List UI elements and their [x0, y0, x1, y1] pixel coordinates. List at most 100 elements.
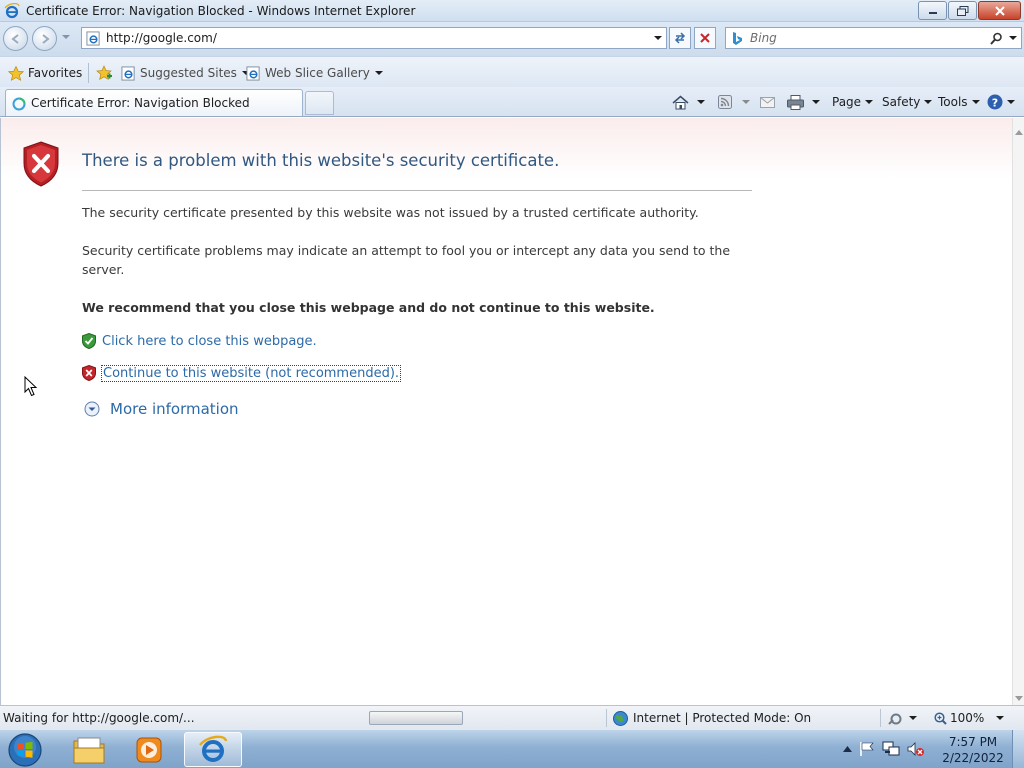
home-icon — [672, 95, 689, 109]
rss-feed-icon — [718, 95, 732, 109]
security-zone[interactable]: Internet | Protected Mode: On — [613, 710, 811, 726]
vertical-scrollbar[interactable] — [1012, 118, 1024, 705]
status-text: Waiting for http://google.com/... — [3, 711, 195, 725]
status-tools-button[interactable] — [887, 710, 917, 726]
arrow-right-icon — [41, 33, 50, 44]
add-to-favorites-bar-button[interactable] — [96, 64, 113, 82]
page-title: There is a problem with this website's s… — [82, 151, 560, 170]
folder-libraries-icon — [73, 737, 105, 763]
refresh-button[interactable] — [669, 27, 691, 49]
chevron-down-icon — [996, 715, 1005, 720]
arrow-left-icon — [10, 33, 19, 44]
address-bar[interactable]: http://google.com/ — [81, 27, 667, 49]
page-ie-icon — [86, 31, 100, 46]
chevron-down-icon — [909, 715, 917, 720]
help-icon: ? — [987, 94, 1003, 110]
status-separator — [880, 709, 881, 727]
red-shield-x-icon — [82, 365, 96, 381]
minimize-button[interactable] — [918, 1, 947, 20]
page-load-progress — [369, 711, 463, 725]
taskbar-clock[interactable]: 7:57 PM 2/22/2022 — [940, 734, 1006, 766]
search-box[interactable] — [725, 27, 1022, 49]
network-icon[interactable] — [882, 741, 900, 757]
status-bar: Waiting for http://google.com/... Intern… — [0, 705, 1024, 729]
suggested-sites-label: Suggested Sites — [140, 66, 237, 80]
navigation-bar: http://google.com/ — [0, 22, 1024, 56]
print-button[interactable] — [787, 92, 820, 112]
title-divider — [82, 190, 752, 191]
web-slice-gallery-button[interactable]: Web Slice Gallery — [246, 64, 383, 82]
expand-chevron-icon[interactable] — [84, 401, 100, 417]
globe-icon — [613, 710, 628, 726]
restore-icon — [956, 5, 968, 16]
page-menu[interactable]: Page — [832, 92, 874, 112]
search-icon[interactable] — [990, 32, 1003, 45]
action-center-flag-icon[interactable] — [859, 741, 875, 757]
tab-row: Certificate Error: Navigation Blocked Pa… — [0, 87, 1024, 117]
tab-title: Certificate Error: Navigation Blocked — [31, 96, 250, 110]
feeds-button[interactable] — [718, 92, 750, 112]
close-webpage-row: Click here to close this webpage. — [82, 332, 317, 350]
volume-muted-icon[interactable] — [907, 741, 925, 757]
chevron-down-icon — [865, 99, 874, 104]
start-button[interactable] — [5, 731, 45, 768]
search-input[interactable] — [750, 30, 980, 46]
zoom-icon — [934, 711, 947, 725]
search-options-dropdown-icon[interactable] — [1009, 36, 1017, 41]
new-tab-button[interactable] — [305, 91, 334, 115]
chevron-down-icon[interactable] — [742, 99, 750, 105]
scroll-up-icon[interactable] — [1015, 130, 1023, 135]
chevron-down-icon[interactable] — [697, 99, 705, 105]
taskbar-media-player-button[interactable] — [120, 732, 178, 767]
zoom-level: 100% — [950, 711, 985, 725]
web-slice-gallery-label: Web Slice Gallery — [265, 66, 370, 80]
security-zone-label: Internet | Protected Mode: On — [633, 711, 812, 725]
status-separator — [606, 709, 607, 727]
page-ie-icon — [121, 65, 135, 81]
home-button[interactable] — [672, 92, 705, 112]
bing-icon — [733, 32, 742, 45]
chevron-down-icon — [374, 70, 383, 75]
chevron-down-icon — [924, 99, 933, 104]
media-player-icon — [136, 737, 162, 762]
certificate-error-shield-icon — [23, 141, 59, 187]
favorites-button[interactable]: Favorites — [8, 64, 82, 82]
taskbar: 7:57 PM 2/22/2022 — [0, 729, 1024, 768]
stop-button[interactable] — [694, 27, 716, 49]
continue-to-website-link[interactable]: Continue to this website (not recommende… — [100, 364, 402, 382]
help-menu[interactable]: ? — [987, 92, 1015, 112]
tab-certificate-error[interactable]: Certificate Error: Navigation Blocked — [5, 89, 303, 116]
clock-time: 7:57 PM — [948, 735, 998, 749]
scroll-down-icon[interactable] — [1015, 696, 1023, 701]
close-button[interactable] — [978, 1, 1021, 20]
system-tray — [843, 735, 932, 763]
suggested-sites-button[interactable]: Suggested Sites — [121, 64, 250, 82]
more-information-row[interactable]: More information — [84, 400, 239, 418]
zoom-control[interactable]: 100% — [934, 710, 1005, 726]
title-bar: Certificate Error: Navigation Blocked - … — [0, 0, 1024, 22]
taskbar-internet-explorer-button[interactable] — [184, 732, 242, 767]
address-dropdown-icon[interactable] — [654, 36, 662, 41]
mouse-cursor-icon — [24, 376, 38, 397]
tools-menu[interactable]: Tools — [938, 92, 980, 112]
safety-menu-label: Safety — [882, 95, 921, 109]
read-mail-button[interactable] — [760, 92, 775, 112]
continue-website-row: Continue to this website (not recommende… — [82, 364, 402, 382]
address-url[interactable]: http://google.com/ — [106, 31, 217, 45]
back-button[interactable] — [3, 26, 28, 51]
tools-menu-label: Tools — [938, 95, 968, 109]
safety-menu[interactable]: Safety — [882, 92, 933, 112]
recent-pages-dropdown-icon[interactable] — [62, 35, 70, 40]
green-shield-check-icon — [82, 333, 96, 349]
close-webpage-link[interactable]: Click here to close this webpage. — [102, 334, 317, 349]
error-description: The security certificate presented by th… — [82, 205, 699, 220]
chevron-down-icon[interactable] — [812, 99, 820, 105]
restore-button[interactable] — [948, 1, 977, 20]
favorites-bar: Favorites Suggested Sites Web Slice Gall… — [0, 56, 1024, 87]
taskbar-explorer-button[interactable] — [60, 732, 118, 767]
show-hidden-icons-icon[interactable] — [843, 746, 852, 752]
forward-button[interactable] — [32, 26, 57, 51]
show-desktop-button[interactable] — [1012, 730, 1024, 768]
error-warning: Security certificate problems may indica… — [82, 243, 731, 277]
more-information-link[interactable]: More information — [110, 400, 239, 418]
